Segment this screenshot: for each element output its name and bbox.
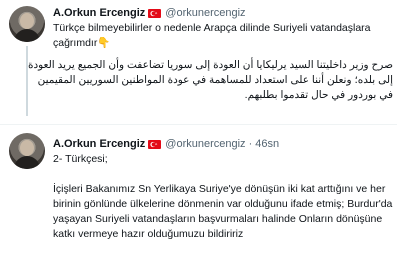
avatar-body xyxy=(14,29,40,42)
author-handle[interactable]: @orkunercengiz xyxy=(165,136,245,152)
text-line: İçişleri Bakanımız Sn Yerlikaya Suriye'y… xyxy=(53,183,386,195)
tweet-text-arabic: صرح وزير داخليتنا السيد يرليكايا أن العو… xyxy=(27,58,393,103)
avatar-face xyxy=(20,140,34,156)
turkey-flag-icon xyxy=(148,139,162,149)
text-line-blank xyxy=(53,167,393,182)
tweet-text: 2- Türkçesi; İçişleri Bakanımız Sn Yerli… xyxy=(53,152,393,242)
avatar-face xyxy=(20,13,34,29)
text-line: Türkçe bilmeyebilirler o nedenle Arapça … xyxy=(53,22,371,34)
avatar[interactable] xyxy=(9,6,45,42)
dot-separator: · xyxy=(248,138,253,150)
text-line: yaşayan Suriyeli vatandaşların başvurmal… xyxy=(53,213,383,225)
text-line: إلى بلده؛ ونعلن أننا على استعداد للمساهم… xyxy=(37,74,393,86)
timestamp[interactable]: 46sn xyxy=(255,136,279,152)
text-line: katkı vermeye hazır olduğumuzu bildiriri… xyxy=(53,228,244,240)
author-name[interactable]: A.Orkun Ercengiz xyxy=(53,136,145,152)
tweet-header: A.Orkun Ercengiz @orkunercengiz xyxy=(53,5,246,21)
text-line: çağrımdır👇 xyxy=(53,37,111,49)
avatar[interactable] xyxy=(9,133,45,169)
text-line: صرح وزير داخليتنا السيد يرليكايا أن العو… xyxy=(27,59,393,71)
turkey-flag-icon xyxy=(148,8,162,18)
tweet[interactable]: A.Orkun Ercengiz @orkunercengiz · 46sn 2… xyxy=(0,124,397,260)
tweet-text: Türkçe bilmeyebilirler o nedenle Arapça … xyxy=(53,21,393,51)
tweet[interactable]: A.Orkun Ercengiz @orkunercengiz Türkçe b… xyxy=(0,0,397,124)
avatar-body xyxy=(14,156,40,169)
text-line: في بوردور في حال تقدموا بطلبهم. xyxy=(244,89,393,101)
tweet-header: A.Orkun Ercengiz @orkunercengiz · 46sn xyxy=(53,136,279,152)
thread-connector xyxy=(26,46,28,116)
author-name[interactable]: A.Orkun Ercengiz xyxy=(53,5,145,21)
author-handle[interactable]: @orkunercengiz xyxy=(165,5,245,21)
text-line: 2- Türkçesi; xyxy=(53,153,108,165)
text-line: birinin gönlünde ülkelerine dönmenin var… xyxy=(53,198,393,210)
